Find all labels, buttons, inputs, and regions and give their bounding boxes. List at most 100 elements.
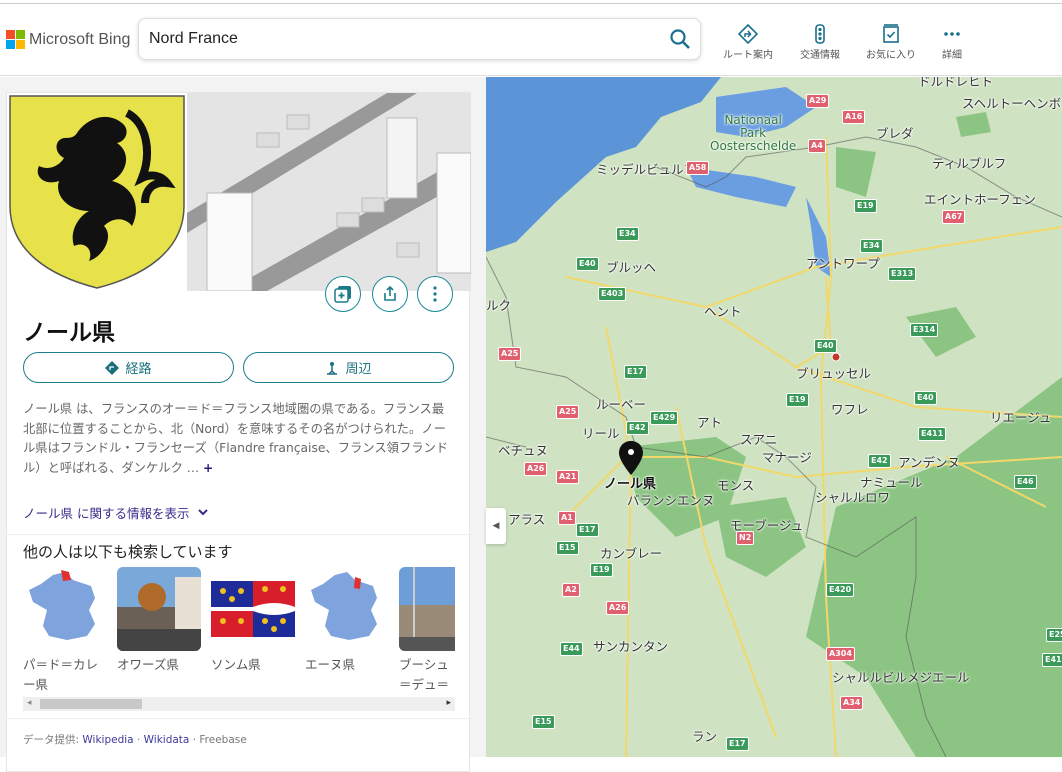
place-label[interactable]: ブルッヘ — [606, 257, 656, 276]
scrollbar-thumb[interactable] — [40, 699, 142, 709]
oise-photo-thumbnail — [117, 567, 201, 651]
coat-of-arms-image[interactable] — [7, 93, 187, 291]
place-label[interactable]: ルク — [486, 295, 511, 314]
place-label[interactable]: マナージ — [762, 447, 812, 466]
share-button[interactable] — [372, 276, 408, 312]
place-label[interactable]: ヘント — [704, 301, 742, 320]
place-label[interactable]: エイントホーフェン — [924, 189, 1036, 208]
map-canvas[interactable]: ドルドレヒトスヘルトーヘンボスブレダティルブルフエイントホーフェン ミッデルビュル… — [486, 77, 1062, 757]
capital-marker-icon — [831, 352, 841, 362]
data-attribution: データ提供: Wikipedia · Wikidata · Freebase — [23, 732, 247, 747]
pin-label[interactable]: ノール県 — [604, 473, 656, 492]
favorites-button[interactable]: お気に入り — [861, 24, 921, 61]
collapse-panel-button[interactable]: ◀ — [486, 508, 506, 544]
road-shield: E15 — [556, 541, 579, 555]
bing-logo[interactable]: Microsoft Bing — [6, 30, 130, 49]
related-item-label: ソンム県 — [211, 657, 261, 672]
place-label[interactable]: ワフレ — [831, 399, 869, 418]
share-icon — [384, 286, 396, 301]
somme-flag-thumbnail — [211, 567, 295, 651]
scroll-right-icon[interactable]: ▸ — [446, 698, 451, 708]
city-illustration-image[interactable] — [187, 93, 471, 291]
wikipedia-link[interactable]: Wikipedia — [82, 734, 133, 746]
more-info-link[interactable]: ノール県 に関する情報を表示 — [23, 503, 211, 522]
france-map-thumbnail — [305, 567, 389, 651]
related-item-label: パ＝ド＝カレー県 — [23, 657, 99, 692]
road-shield: E17 — [624, 365, 647, 379]
related-item[interactable]: オワーズ県 — [117, 567, 201, 675]
place-label[interactable]: バランシエンヌ — [627, 490, 715, 509]
road-shield: E420 — [826, 583, 855, 597]
place-label[interactable]: ドルドレヒト — [918, 77, 993, 90]
road-shield: E411 — [1042, 653, 1062, 667]
place-label[interactable]: モンス — [717, 475, 754, 494]
road-shield: A1 — [558, 511, 576, 525]
road-shield: A34 — [840, 696, 864, 710]
place-label[interactable]: リエージュ — [990, 407, 1051, 426]
place-label[interactable]: アントワープ — [806, 253, 880, 272]
place-label[interactable]: スヘルトーヘンボス — [962, 93, 1062, 112]
place-label[interactable]: カンブレー — [600, 543, 662, 562]
more-button[interactable]: 詳細 — [922, 24, 982, 61]
road-shield: E46 — [1014, 475, 1037, 489]
road-shield: A2 — [562, 583, 580, 597]
scroll-left-icon[interactable]: ◂ — [27, 698, 32, 708]
place-label[interactable]: アラス — [508, 509, 545, 528]
road-shield: E40 — [576, 257, 599, 271]
nearby-button[interactable]: 周辺 — [243, 352, 454, 383]
road-shield: E42 — [626, 421, 649, 435]
expand-description-button[interactable]: + — [203, 461, 213, 475]
road-shield: E42 — [868, 454, 891, 468]
wikidata-link[interactable]: Wikidata — [144, 734, 190, 746]
carousel-scrollbar[interactable]: ◂ ▸ — [23, 697, 455, 711]
place-label[interactable]: スアニ — [740, 429, 777, 448]
more-options-button[interactable] — [417, 276, 453, 312]
related-item[interactable]: ブーシュ＝デュ＝ローヌ県 — [399, 567, 455, 715]
nearby-person-icon — [327, 361, 338, 375]
place-label[interactable]: ラン — [692, 726, 717, 745]
traffic-icon — [815, 24, 825, 44]
location-pin-icon[interactable] — [619, 441, 643, 475]
place-label[interactable]: リール — [582, 423, 620, 442]
directions-icon — [105, 360, 120, 375]
route-label: 経路 — [125, 362, 152, 377]
header: Microsoft Bing ルート案内 交通情報 お気に入り 詳細 — [0, 4, 1062, 76]
place-label[interactable]: シャルルビルメジエール — [832, 667, 970, 686]
search-input[interactable] — [149, 30, 649, 48]
directions-button[interactable]: ルート案内 — [718, 24, 778, 61]
related-item-label: オワーズ県 — [117, 657, 179, 672]
more-vertical-icon — [433, 286, 437, 302]
brand-name: Microsoft Bing — [29, 30, 131, 48]
road-shield: E34 — [860, 239, 883, 253]
road-shield: E17 — [726, 737, 749, 751]
attribution-prefix: データ提供: — [23, 734, 80, 746]
place-label[interactable]: アト — [697, 412, 722, 431]
place-label[interactable]: ルーベー — [596, 394, 646, 413]
search-icon[interactable] — [668, 27, 692, 51]
place-label[interactable]: アンデンヌ — [898, 452, 960, 471]
route-button[interactable]: 経路 — [23, 352, 234, 383]
more-icon — [944, 32, 960, 36]
road-shield: E17 — [576, 523, 599, 537]
place-label[interactable]: ベチュヌ — [498, 440, 548, 459]
add-to-collection-button[interactable] — [325, 276, 361, 312]
road-shield: A26 — [524, 462, 548, 476]
entity-title: ノール県 — [23, 320, 115, 346]
description-text: ノール県 は、フランスのオー＝ド＝フランス地域圏の県である。フランス最北部に位置… — [23, 402, 449, 475]
place-label[interactable]: ブリュッセル — [796, 363, 871, 382]
place-label[interactable]: サンカンタン — [593, 636, 668, 655]
national-park-label[interactable]: Nationaal Park Oosterschelde — [710, 114, 796, 153]
place-label[interactable]: ブレダ — [876, 123, 914, 142]
road-shield: A4 — [808, 139, 826, 153]
place-label[interactable]: ミッデルビュルフ — [596, 159, 696, 178]
place-label[interactable]: ティルブルフ — [932, 153, 1006, 172]
related-item[interactable]: ソンム県 — [211, 567, 295, 675]
related-item[interactable]: エーヌ県 — [305, 567, 389, 675]
place-label[interactable]: シャルルロワ — [815, 487, 890, 506]
road-shield: E19 — [590, 563, 613, 577]
france-map-thumbnail — [23, 567, 107, 651]
traffic-button[interactable]: 交通情報 — [790, 24, 850, 61]
road-shield: A29 — [806, 94, 830, 108]
related-item[interactable]: パ＝ド＝カレー県 — [23, 567, 107, 695]
road-shield: E313 — [888, 267, 917, 281]
